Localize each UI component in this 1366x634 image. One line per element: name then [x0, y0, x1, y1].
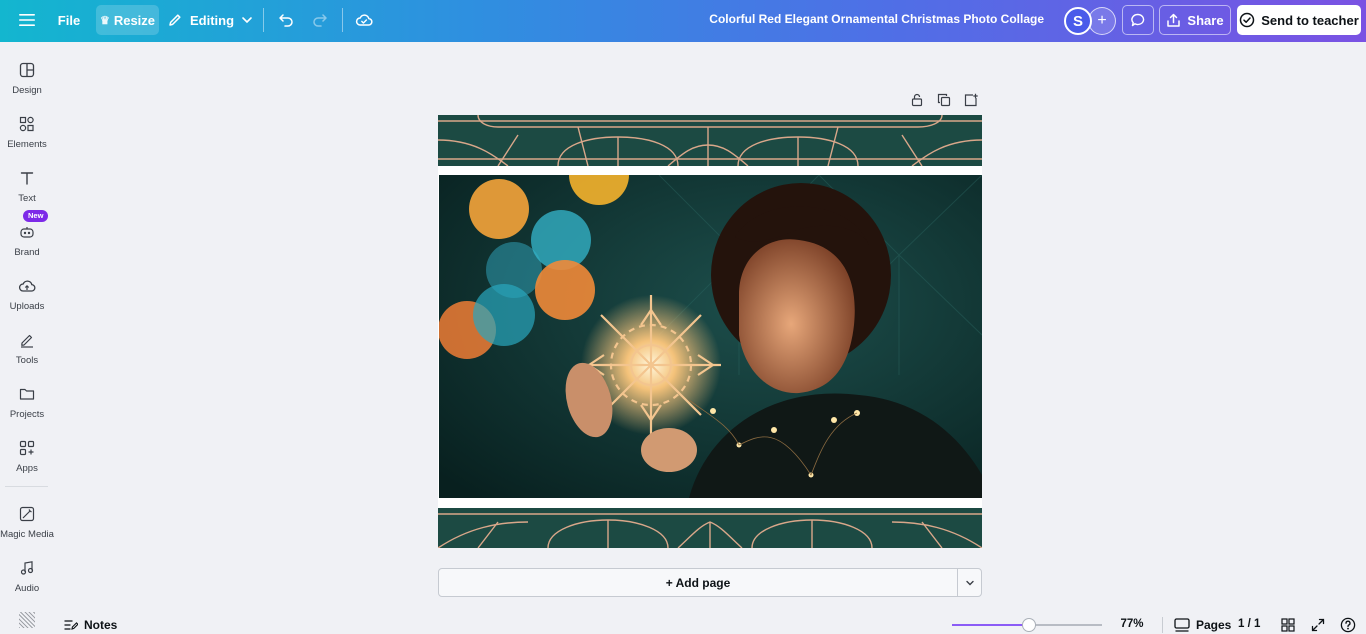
send-to-teacher-button[interactable]: Send to teacher: [1237, 5, 1361, 35]
new-badge: New: [23, 210, 49, 222]
page-count: 1 / 1: [1238, 618, 1261, 630]
pencil-icon: [169, 14, 181, 26]
sidebar-item-projects[interactable]: Projects: [0, 376, 54, 428]
ornamental-band-top: [438, 115, 982, 166]
design-page[interactable]: [438, 115, 982, 548]
add-page-icon: [964, 93, 978, 107]
top-toolbar: File ♛ Resize Editing Colorful Red Elega…: [0, 0, 1366, 42]
pages-label: Pages: [1196, 618, 1232, 632]
lock-page-button[interactable]: [907, 90, 927, 110]
redo-icon: [313, 14, 327, 27]
add-collaborator-button[interactable]: +: [1088, 7, 1116, 35]
hamburger-icon: [19, 14, 35, 26]
sidebar-item-label: Brand: [14, 247, 40, 258]
pages-icon: [1174, 618, 1190, 632]
chevron-down-icon: [242, 17, 252, 24]
apps-icon: [17, 438, 37, 458]
sidebar-item-uploads[interactable]: Uploads: [0, 268, 54, 320]
photo-image[interactable]: [439, 175, 982, 498]
duplicate-icon: [937, 93, 951, 107]
grid-view-button[interactable]: [1279, 616, 1297, 634]
more-apps-icon[interactable]: [19, 612, 35, 628]
brand-icon: [17, 222, 37, 242]
editing-mode-button[interactable]: Editing: [166, 5, 254, 35]
sidebar-item-label: Audio: [14, 583, 40, 594]
avatar[interactable]: S: [1064, 7, 1092, 35]
lock-icon: [911, 93, 923, 107]
cloud-save-button[interactable]: [350, 5, 378, 35]
zoom-level[interactable]: 77%: [1114, 618, 1150, 630]
magic-media-icon: [17, 504, 37, 524]
redo-button[interactable]: [306, 5, 334, 35]
share-label: Share: [1187, 12, 1224, 28]
sidebar-item-audio[interactable]: Audio: [0, 550, 54, 602]
ornament-pattern-bottom: [438, 513, 982, 548]
audio-icon: [17, 558, 37, 578]
design-icon: [17, 60, 37, 80]
comments-button[interactable]: [1122, 5, 1154, 35]
add-page-options-button[interactable]: [957, 568, 982, 597]
sidebar-item-design[interactable]: Design: [0, 52, 54, 104]
notes-icon: [64, 620, 78, 630]
sidebar-item-label: Magic Media: [0, 529, 54, 540]
chevron-down-icon: [965, 580, 974, 585]
sidebar-item-label: Projects: [9, 409, 45, 420]
uploads-icon: [17, 276, 37, 296]
ornamental-band-bottom: [438, 508, 982, 548]
pages-button[interactable]: Pages: [1174, 617, 1231, 633]
projects-icon: [17, 384, 37, 404]
page-tools: [905, 90, 985, 110]
sidebar-item-label: Uploads: [9, 301, 45, 312]
editing-label: Editing: [189, 12, 235, 28]
elements-icon: [17, 114, 37, 134]
sidebar-item-label: Apps: [16, 463, 38, 474]
zoom-slider[interactable]: [952, 618, 1102, 632]
resize-button[interactable]: ♛ Resize: [96, 5, 159, 35]
help-icon: [1340, 617, 1356, 633]
sidebar-item-label: Design: [12, 85, 42, 96]
grid-icon: [1281, 618, 1295, 632]
share-button[interactable]: Share: [1159, 5, 1231, 35]
left-sidebar: Design Elements Text Brand New Uploads T…: [0, 42, 54, 634]
main-menu-button[interactable]: [12, 5, 42, 35]
undo-button[interactable]: [272, 5, 300, 35]
sidebar-item-tools[interactable]: Tools: [0, 322, 54, 374]
bottombar-divider: [1162, 617, 1163, 633]
sidebar-item-label: Elements: [7, 139, 47, 150]
comment-icon: [1131, 13, 1145, 27]
sidebar-divider: [5, 486, 48, 487]
crown-icon: ♛: [99, 14, 110, 27]
photo-illustration: [439, 175, 982, 498]
sidebar-item-elements[interactable]: Elements: [0, 106, 54, 158]
sidebar-item-text[interactable]: Text: [0, 160, 54, 212]
undo-icon: [279, 14, 293, 27]
sidebar-item-label: Text: [18, 193, 36, 204]
ornament-pattern-top: [438, 115, 982, 166]
notes-label: Notes: [84, 618, 118, 632]
plus-icon: +: [1097, 12, 1107, 29]
zoom-slider-thumb[interactable]: [1021, 618, 1036, 632]
sidebar-item-apps[interactable]: Apps: [0, 430, 54, 482]
fullscreen-button[interactable]: [1309, 616, 1327, 634]
add-page-button[interactable]: + Add page: [438, 568, 958, 597]
share-upload-icon: [1167, 13, 1181, 27]
help-button[interactable]: [1339, 616, 1357, 634]
notes-button[interactable]: Notes: [64, 616, 117, 634]
text-icon: [17, 168, 37, 188]
check-circle-icon: [1239, 12, 1255, 28]
zoom-slider-fill: [952, 624, 1029, 626]
resize-label: Resize: [113, 12, 156, 28]
document-title[interactable]: Colorful Red Elegant Ornamental Christma…: [709, 12, 1044, 26]
cloud-check-icon: [355, 14, 373, 26]
toolbar-divider: [342, 8, 343, 32]
sidebar-item-magic-media[interactable]: Magic Media: [0, 496, 54, 548]
send-label: Send to teacher: [1261, 12, 1359, 28]
file-menu-button[interactable]: File: [52, 5, 86, 35]
sidebar-item-label: Tools: [15, 355, 39, 366]
toolbar-divider: [263, 8, 264, 32]
duplicate-page-button[interactable]: [934, 90, 954, 110]
expand-icon: [1311, 618, 1325, 632]
tools-icon: [17, 330, 37, 350]
add-page-top-button[interactable]: [961, 90, 981, 110]
